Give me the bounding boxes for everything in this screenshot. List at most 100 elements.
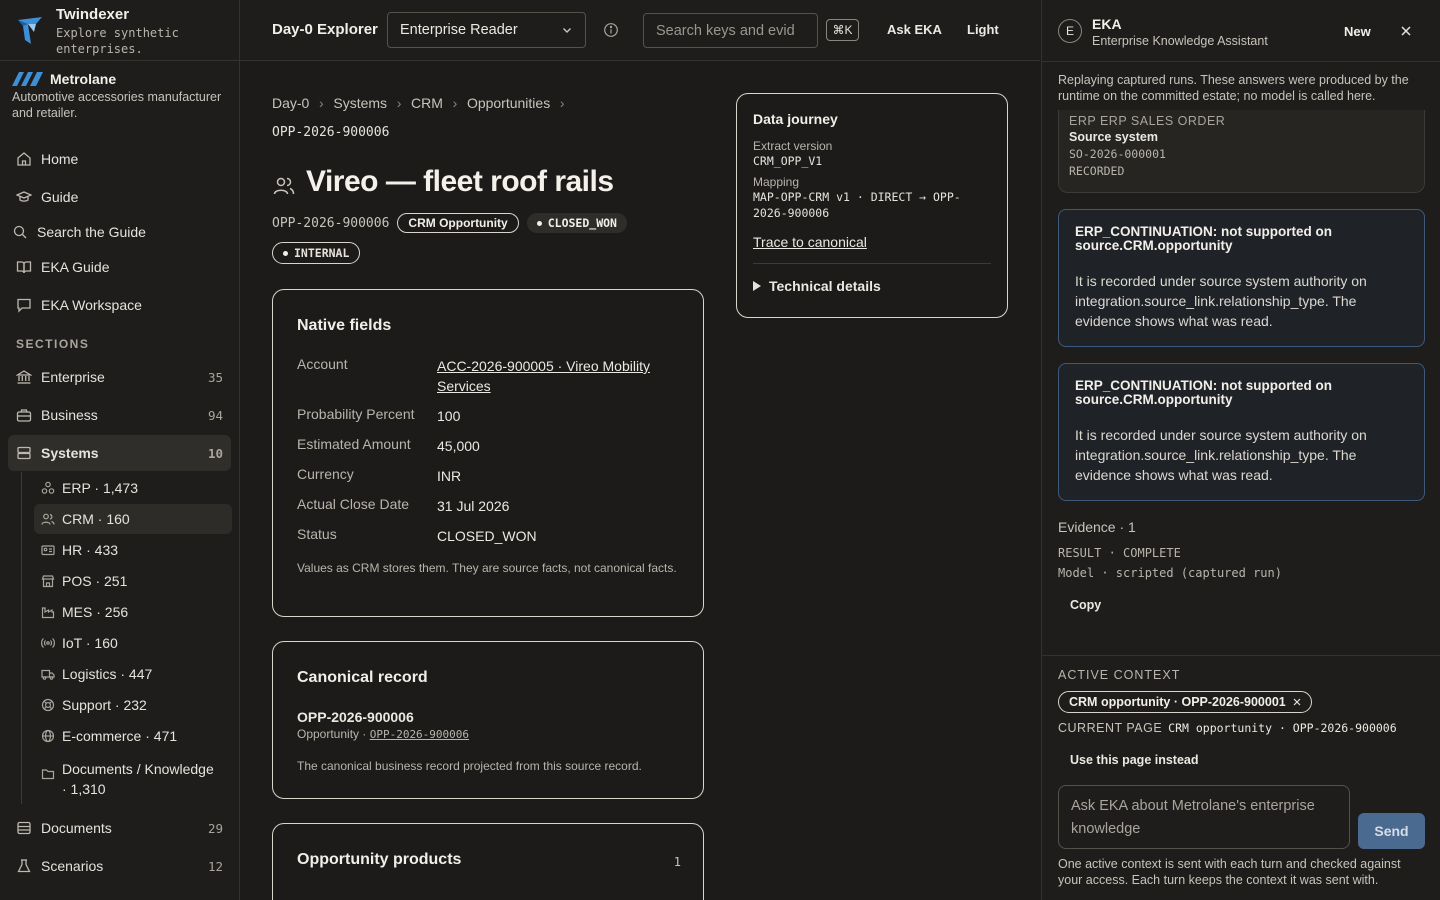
account-link[interactable]: ACC-2026-900005 · Vireo Mobility Service… [437, 356, 677, 396]
topbar: Day-0 Explorer Enterprise Reader ⌘K Ask … [240, 0, 1040, 61]
field-row-probability: Probability Percent 100 [297, 406, 677, 426]
field-key: Status [297, 526, 337, 542]
nav-enterprise-label: Enterprise [41, 369, 105, 385]
nav-systems[interactable]: Systems 10 [8, 435, 231, 471]
subnav-support[interactable]: Support · 232 [34, 690, 232, 720]
warning-body: It is recorded under source system autho… [1075, 273, 1367, 329]
nav-eka-guide[interactable]: EKA Guide [8, 249, 231, 285]
canonical-record-card: Canonical record OPP-2026-900006 Opportu… [272, 641, 704, 799]
extract-version-value: CRM_OPP_V1 [753, 154, 823, 168]
nav-guide[interactable]: Guide [8, 179, 231, 215]
chevron-right-icon: › [396, 95, 402, 111]
subnav-ecommerce[interactable]: E-commerce · 471 [34, 721, 232, 751]
new-chat-button[interactable]: New [1344, 24, 1371, 39]
folder-icon [41, 769, 55, 780]
breadcrumb-crm[interactable]: CRM [411, 95, 443, 111]
canonical-type: Opportunity · OPP-2026-900006 [297, 727, 469, 741]
chevron-down-icon [563, 28, 571, 33]
subnav-support-label: Support · 232 [62, 697, 147, 713]
subnav-mes[interactable]: MES · 256 [34, 597, 232, 627]
nav-eka-workspace[interactable]: EKA Workspace [8, 287, 231, 323]
conversation-area[interactable]: ERP ERP SALES ORDER Source system SO-202… [1042, 110, 1440, 655]
subnav-documents-knowledge[interactable]: Documents / Knowledge · 1,310 [34, 752, 232, 802]
field-key: Currency [297, 466, 354, 482]
nav-search-guide[interactable]: Search the Guide [4, 214, 227, 250]
lifebuoy-icon [41, 698, 55, 712]
subnav-crm[interactable]: CRM · 160 [34, 504, 232, 534]
breadcrumb-day0[interactable]: Day-0 [272, 95, 309, 111]
use-this-page-button[interactable]: Use this page instead [1070, 753, 1199, 767]
breadcrumb-systems[interactable]: Systems [333, 95, 387, 111]
visibility-badge-label: INTERNAL [294, 246, 350, 260]
send-button[interactable]: Send [1358, 813, 1425, 849]
visibility-dot [283, 250, 288, 256]
chevron-right-icon: › [319, 95, 324, 111]
field-key: Probability Percent [297, 406, 415, 422]
shortcut-badge: ⌘K [826, 19, 859, 41]
context-chip-label: CRM opportunity · OPP-2026-900001 [1069, 695, 1286, 709]
breadcrumb-opportunities[interactable]: Opportunities [467, 95, 550, 111]
nav-scenarios[interactable]: Scenarios 12 [8, 848, 231, 884]
subnav-erp[interactable]: ERP · 1,473 [34, 473, 232, 503]
theme-toggle-button[interactable]: Light [967, 22, 999, 37]
nav-documents[interactable]: Documents 29 [8, 810, 231, 846]
server-icon [17, 446, 31, 460]
current-page-row: CURRENT PAGE CRM opportunity · OPP-2026-… [1058, 721, 1397, 735]
ask-eka-button[interactable]: Ask EKA [887, 22, 942, 37]
field-value: INR [437, 468, 462, 484]
context-chip[interactable]: CRM opportunity · OPP-2026-900001 [1058, 691, 1312, 713]
users-icon [273, 177, 295, 195]
reader-select-value: Enterprise Reader [400, 22, 518, 38]
type-badge: CRM Opportunity [397, 213, 519, 233]
canonical-heading: Canonical record [297, 669, 428, 686]
app-title: Day-0 Explorer [272, 21, 378, 38]
network-icon [41, 481, 55, 494]
subnav-erp-label: ERP · 1,473 [62, 480, 139, 496]
org-name: Metrolane [50, 71, 117, 87]
field-row-account: Account ACC-2026-900005 · Vireo Mobility… [297, 356, 677, 396]
factory-icon [41, 607, 55, 619]
nav-business-label: Business [41, 407, 98, 423]
field-row-amount: Estimated Amount 45,000 [297, 436, 677, 456]
subnav-iot[interactable]: IoT · 160 [34, 628, 232, 658]
ask-eka-input[interactable] [1058, 785, 1350, 849]
remove-icon[interactable] [1293, 698, 1301, 706]
products-heading: Opportunity products [297, 851, 462, 868]
subnav-pos[interactable]: POS · 251 [34, 566, 232, 596]
nav-enterprise[interactable]: Enterprise 35 [8, 359, 231, 395]
book-open-icon [16, 261, 32, 274]
subnav-mes-label: MES · 256 [62, 604, 129, 620]
systems-subnav: ERP · 1,473 CRM · 160 HR · 433 POS · 251… [21, 472, 233, 804]
subnav-logistics[interactable]: Logistics · 447 [34, 659, 232, 689]
nav-scenarios-label: Scenarios [41, 858, 104, 874]
document-stack-icon [17, 821, 31, 835]
info-icon[interactable] [603, 22, 619, 38]
bank-icon [16, 370, 32, 384]
nav-business-count: 94 [207, 407, 223, 423]
nav-business[interactable]: Business 94 [8, 397, 231, 433]
subnav-crm-label: CRM · 160 [62, 511, 130, 527]
native-fields-card: Native fields Account ACC-2026-900005 · … [272, 289, 704, 617]
flask-icon [17, 859, 31, 873]
trace-to-canonical-link[interactable]: Trace to canonical [753, 234, 991, 250]
mapping-label: Mapping [753, 175, 800, 189]
search-input[interactable] [643, 13, 818, 48]
evidence-title[interactable]: Evidence · 1 [1058, 519, 1136, 535]
current-page-label: CURRENT PAGE [1058, 721, 1163, 735]
brand-tagline: Explore synthetic enterprises. [56, 26, 179, 56]
copy-button[interactable]: Copy [1070, 598, 1101, 612]
visibility-badge: INTERNAL [272, 242, 361, 264]
canonical-link[interactable]: OPP-2026-900006 [370, 728, 469, 741]
technical-details-toggle[interactable]: Technical details [753, 263, 991, 294]
subnav-hr[interactable]: HR · 433 [34, 535, 232, 565]
twindexer-logo-icon [14, 14, 48, 48]
nav-home[interactable]: Home [8, 141, 231, 177]
status-badge-label: CLOSED_WON [547, 216, 617, 230]
source-record-card[interactable]: ERP ERP SALES ORDER Source system SO-202… [1058, 110, 1425, 193]
sidebar: Twindexer Explore synthetic enterprises.… [0, 0, 240, 900]
nav-systems-label: Systems [41, 445, 99, 461]
close-icon[interactable] [1399, 24, 1413, 38]
mapping-value: MAP-OPP-CRM v1 · DIRECT → OPP-2026-90000… [753, 190, 961, 220]
field-row-status: Status CLOSED_WON [297, 526, 677, 546]
reader-select[interactable]: Enterprise Reader [387, 12, 586, 48]
